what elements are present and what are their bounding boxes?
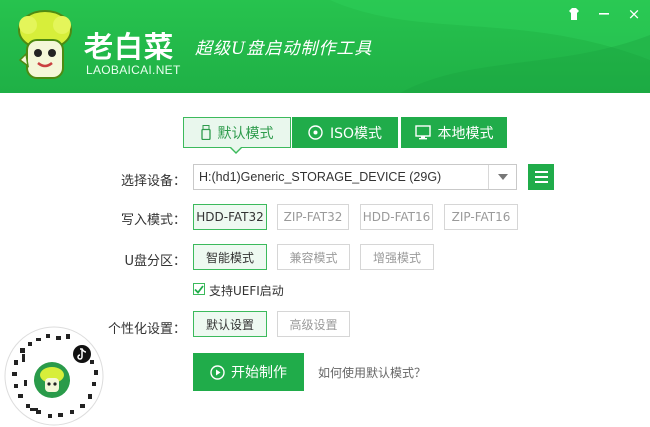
disc-icon: [308, 125, 323, 140]
skin-icon[interactable]: [564, 4, 584, 24]
start-label: 开始制作: [231, 365, 287, 381]
device-menu-button[interactable]: [528, 164, 554, 190]
write-mode-zip-fat16[interactable]: ZIP-FAT16: [444, 204, 518, 230]
tab-label: 默认模式: [217, 125, 274, 142]
check-icon: [194, 284, 204, 294]
write-mode-zip-fat32[interactable]: ZIP-FAT32: [277, 204, 349, 230]
device-value: H:(hd1)Generic_STORAGE_DEVICE (29G): [199, 170, 442, 184]
qr-code-image: [4, 326, 104, 426]
brand-url: LAOBAICAI.NET: [86, 63, 181, 77]
tab-iso-mode[interactable]: ISO模式: [292, 117, 398, 148]
tab-label: ISO模式: [329, 125, 383, 142]
uefi-checkbox[interactable]: [193, 283, 205, 295]
write-mode-hdd-fat32[interactable]: HDD-FAT32: [193, 204, 267, 230]
title-bar: 老白菜 LAOBAICAI.NET 超级U盘启动制作工具 ×: [0, 0, 650, 93]
menu-icon-bar: [534, 181, 548, 183]
help-link[interactable]: 如何使用默认模式？: [318, 364, 426, 381]
minimize-button[interactable]: [594, 4, 614, 24]
partition-smart[interactable]: 智能模式: [193, 244, 267, 270]
usb-icon: [200, 125, 211, 140]
tab-local-mode[interactable]: 本地模式: [401, 117, 507, 148]
partition-label: U盘分区：: [124, 254, 186, 269]
tab-label: 本地模式: [437, 125, 494, 142]
chevron-down-icon[interactable]: [488, 165, 516, 189]
monitor-icon: [414, 125, 431, 140]
personalize-label: 个性化设置：: [107, 322, 186, 337]
tab-pointer-inner: [231, 147, 241, 152]
slogan: 超级U盘启动制作工具: [195, 39, 373, 59]
close-icon[interactable]: ×: [624, 4, 644, 24]
menu-icon-bar: [534, 171, 548, 173]
tab-default-mode[interactable]: 默认模式: [183, 117, 291, 148]
device-select[interactable]: H:(hd1)Generic_STORAGE_DEVICE (29G): [193, 164, 517, 190]
write-mode-label: 写入模式：: [120, 213, 186, 228]
menu-icon-bar: [534, 176, 548, 178]
partition-enhanced[interactable]: 增强模式: [360, 244, 434, 270]
partition-compatible[interactable]: 兼容模式: [277, 244, 350, 270]
personalize-advanced[interactable]: 高级设置: [277, 311, 350, 337]
uefi-label[interactable]: 支持UEFI启动: [209, 282, 284, 299]
device-label: 选择设备：: [120, 174, 186, 189]
start-button[interactable]: 开始制作: [193, 353, 304, 391]
mascot-logo: [18, 10, 72, 79]
play-icon: [210, 364, 225, 380]
brand-name: 老白菜: [84, 30, 175, 64]
write-mode-hdd-fat16[interactable]: HDD-FAT16: [360, 204, 433, 230]
personalize-default[interactable]: 默认设置: [193, 311, 267, 337]
